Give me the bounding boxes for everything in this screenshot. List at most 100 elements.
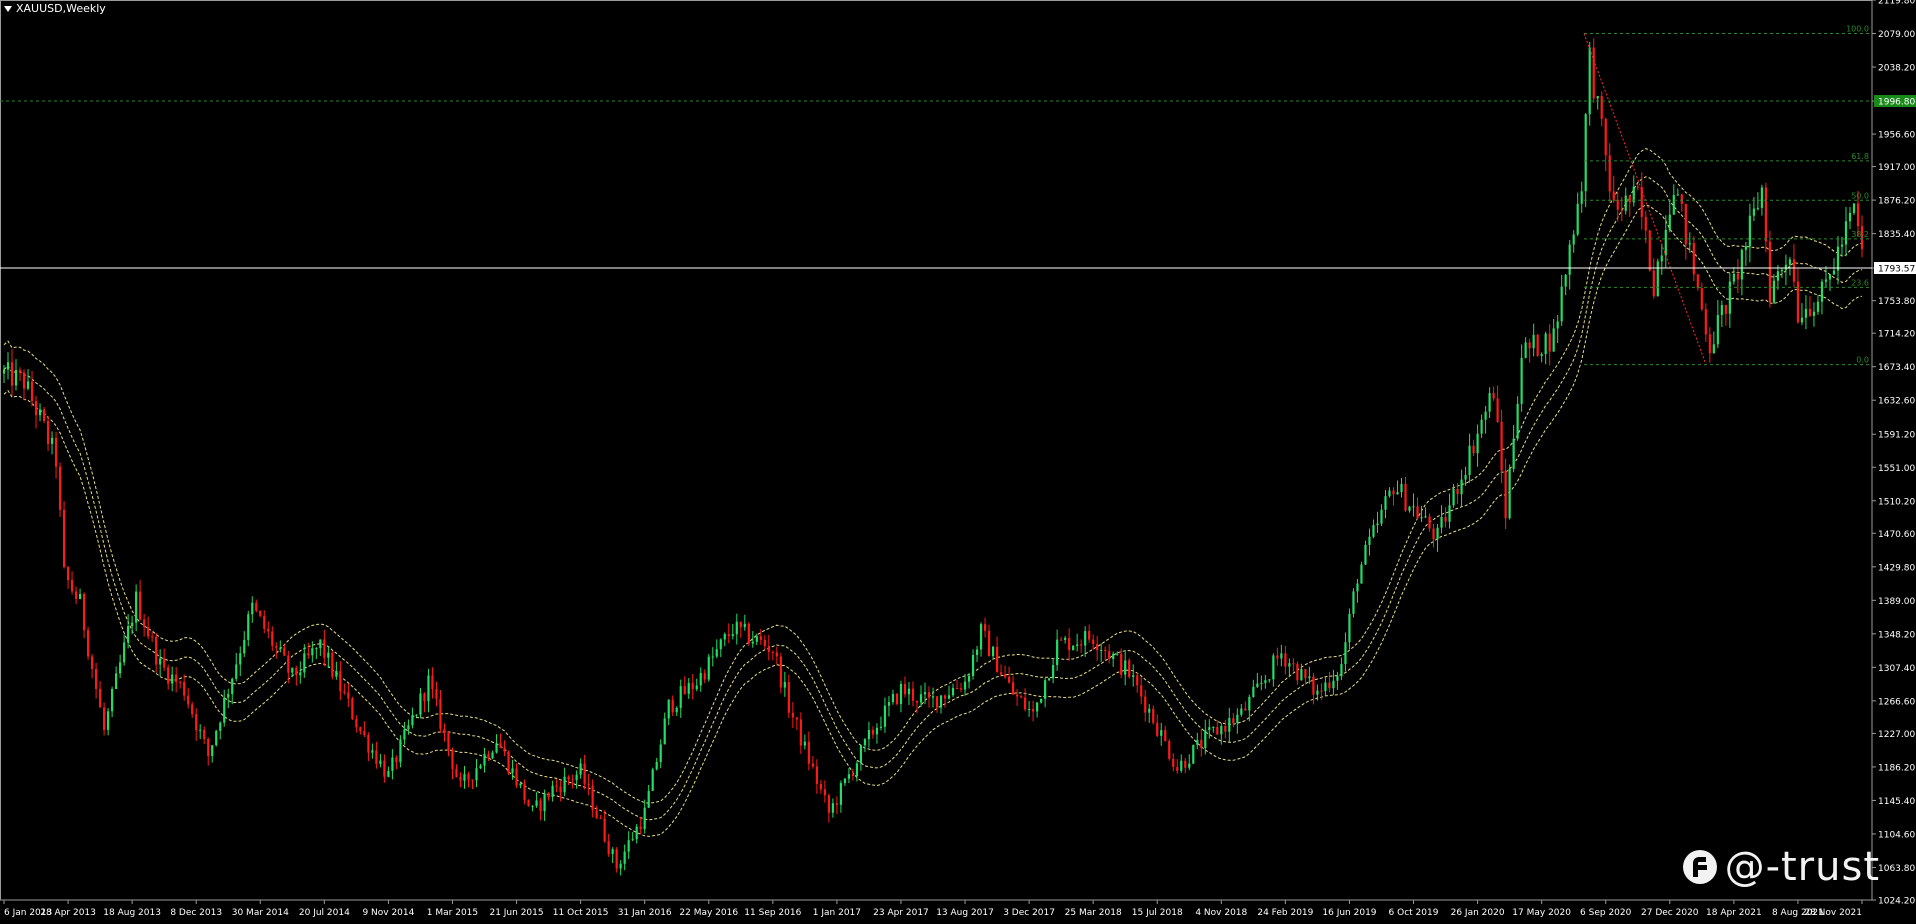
candle-body — [1700, 288, 1703, 310]
candle-body — [395, 757, 398, 763]
candle-body — [1084, 631, 1087, 646]
candle-body — [1664, 229, 1667, 256]
candle-body — [199, 729, 202, 731]
candle-body — [859, 745, 863, 764]
candle-body — [1820, 281, 1824, 302]
candle-body — [331, 652, 334, 677]
candle-body — [14, 369, 18, 386]
x-tick-label: 16 Jun 2019 — [1322, 908, 1376, 918]
candle-body — [1604, 118, 1607, 156]
candle-body — [1588, 47, 1591, 115]
candle-body — [143, 619, 146, 627]
candle-body — [1364, 544, 1367, 565]
y-tick-label: 1104.60 — [1878, 830, 1915, 840]
candle-body — [1716, 315, 1719, 345]
candle-body — [315, 648, 318, 650]
candle-body — [943, 695, 947, 699]
brand-logo-icon — [1682, 850, 1717, 884]
candle-body — [871, 729, 875, 735]
candle-body — [875, 727, 879, 735]
candle-body — [1144, 696, 1147, 713]
candle-body — [1396, 492, 1399, 495]
candle-body — [167, 667, 170, 684]
y-tick-label: 1429.80 — [1878, 563, 1915, 573]
candle-body — [1548, 333, 1551, 352]
candle-body — [1580, 191, 1583, 204]
candle-body — [891, 693, 895, 703]
candle-body — [967, 676, 971, 682]
candle-body — [1636, 186, 1639, 188]
price-chart[interactable]: 100.0 61.8 50.0 38.2 23.6 0.0 2119.80 2079.00 20… — [0, 0, 1916, 924]
candle-body — [323, 639, 326, 658]
candle-body — [307, 653, 310, 656]
candle-body — [603, 818, 606, 842]
candle-body — [155, 636, 158, 665]
candle-body — [1048, 678, 1051, 681]
candle-body — [551, 785, 554, 798]
symbol-header[interactable]: XAUUSD,Weekly — [4, 2, 106, 15]
candle-body — [219, 722, 222, 731]
y-tick-label: 1714.20 — [1878, 330, 1915, 340]
candle-body — [983, 624, 987, 631]
x-tick-label: 28 Nov 2021 — [1804, 908, 1862, 918]
candle-body — [299, 672, 302, 676]
candle-body — [103, 707, 106, 730]
candle-body — [1264, 680, 1267, 683]
candle-body — [1824, 279, 1828, 282]
candle-body — [267, 628, 270, 632]
candle-body — [131, 622, 134, 627]
y-tick-label: 1227.00 — [1878, 730, 1915, 740]
candle-body — [50, 437, 54, 444]
candle-body — [667, 699, 670, 719]
candle-body — [527, 800, 530, 807]
candle-body — [1848, 212, 1852, 222]
fib-trend-line — [1583, 33, 1707, 365]
candle-body — [547, 793, 550, 798]
candle-body — [1288, 663, 1291, 667]
candle-body — [899, 683, 903, 705]
candle-body — [363, 731, 366, 735]
fib-level-label: 23.6 — [1851, 278, 1869, 287]
candle-body — [411, 715, 414, 726]
symbol-label: XAUUSD,Weekly — [16, 2, 106, 15]
candle-body — [1440, 517, 1443, 528]
candle-body — [1072, 645, 1075, 651]
candle-body — [1003, 674, 1007, 677]
candle-body — [795, 717, 798, 720]
candle-body — [1480, 419, 1483, 434]
candle-body — [1724, 305, 1727, 314]
candle-body — [1788, 259, 1792, 265]
candle-body — [1011, 682, 1015, 695]
candle-body — [1776, 271, 1780, 281]
watermark: @-trust — [1682, 844, 1880, 890]
candle-body — [1804, 308, 1808, 318]
candle-body — [511, 768, 514, 773]
candle-body — [1128, 660, 1131, 677]
candle-body — [699, 673, 702, 686]
candle-body — [755, 636, 758, 642]
candle-body — [235, 664, 238, 679]
candle-body — [1236, 714, 1239, 724]
candle-body — [375, 750, 378, 765]
candle-body — [1376, 523, 1379, 526]
candle-body — [1136, 675, 1139, 686]
candle-body — [1172, 758, 1175, 767]
fib-level-label: 0.0 — [1856, 356, 1869, 365]
candle-body — [671, 699, 674, 713]
candle-body — [90, 656, 94, 669]
candle-body — [1292, 663, 1295, 665]
candle-body — [975, 649, 979, 656]
candle-body — [1092, 639, 1095, 645]
candle-body — [343, 691, 346, 693]
candle-body — [38, 409, 42, 416]
candle-body — [1676, 194, 1679, 196]
candle-body — [439, 698, 442, 729]
dropdown-triangle-icon[interactable] — [4, 5, 12, 12]
candle-body — [687, 683, 690, 694]
candle-body — [271, 631, 274, 646]
candle-body — [1836, 246, 1840, 271]
candle-body — [1200, 739, 1203, 749]
candle-body — [1340, 664, 1343, 677]
candle-body — [115, 673, 118, 689]
candle-body — [1316, 690, 1319, 695]
